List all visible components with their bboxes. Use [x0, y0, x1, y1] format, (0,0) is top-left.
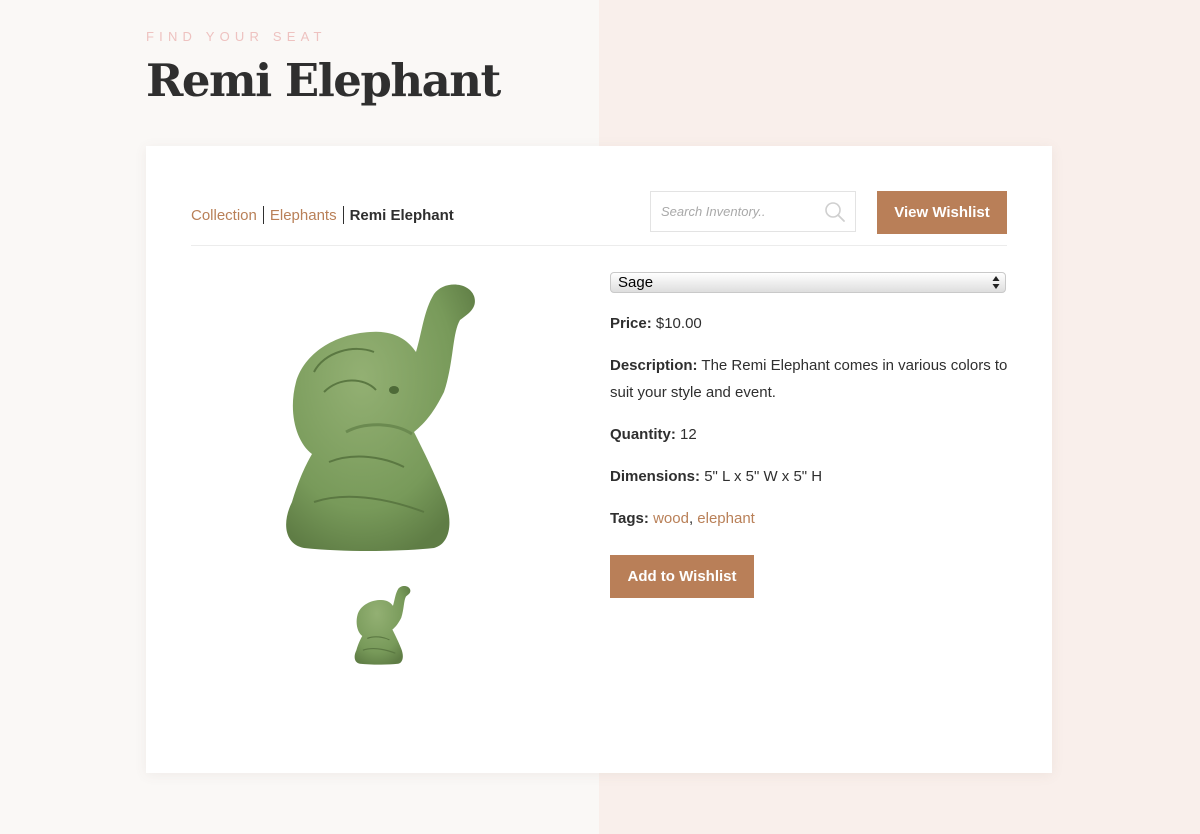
quantity-label: Quantity:: [610, 426, 676, 443]
eyebrow-text: FIND YOUR SEAT: [146, 29, 327, 44]
page: FIND YOUR SEAT Remi Elephant Collection …: [0, 0, 1200, 834]
page-title: Remi Elephant: [146, 54, 501, 107]
select-arrows-icon: [992, 276, 1000, 289]
header-divider: [191, 245, 1007, 246]
tags-label: Tags:: [610, 510, 649, 527]
price-field: Price: $10.00: [610, 310, 1010, 337]
quantity-value: 12: [680, 426, 697, 443]
breadcrumb: Collection Elephants Remi Elephant: [191, 206, 454, 224]
description-field: Description: The Remi Elephant comes in …: [610, 352, 1010, 406]
quantity-field: Quantity: 12: [610, 421, 1010, 448]
breadcrumb-link-collection[interactable]: Collection: [191, 207, 257, 224]
tag-separator: ,: [688, 510, 694, 527]
tag-link-wood[interactable]: wood: [653, 510, 689, 527]
search-input[interactable]: [651, 204, 821, 219]
add-to-wishlist-button[interactable]: Add to Wishlist: [610, 555, 754, 598]
breadcrumb-separator: [262, 206, 264, 224]
dimensions-value: 5" L x 5" W x 5" H: [704, 468, 823, 485]
tags-field: Tags: wood, elephant: [610, 505, 1010, 532]
product-image[interactable]: [284, 282, 494, 558]
description-label: Description:: [610, 357, 698, 374]
color-select-value: Sage: [618, 274, 654, 291]
dimensions-label: Dimensions:: [610, 468, 701, 485]
breadcrumb-current: Remi Elephant: [349, 206, 454, 224]
color-select[interactable]: Sage: [610, 272, 1006, 293]
search-box[interactable]: [650, 191, 856, 232]
product-card: Collection Elephants Remi Elephant View …: [146, 146, 1052, 773]
tag-link-elephant[interactable]: elephant: [697, 510, 755, 527]
product-thumbnail[interactable]: [354, 582, 416, 670]
dimensions-field: Dimensions: 5" L x 5" W x 5" H: [610, 463, 1010, 490]
breadcrumb-separator: [342, 206, 344, 224]
search-icon[interactable]: [824, 201, 846, 223]
price-value: $10.00: [655, 315, 702, 332]
breadcrumb-link-elephants[interactable]: Elephants: [270, 207, 337, 224]
price-label: Price:: [610, 315, 652, 332]
product-details: Sage Price: $10.00 Description: The Remi…: [610, 272, 1010, 598]
view-wishlist-button[interactable]: View Wishlist: [877, 191, 1007, 234]
